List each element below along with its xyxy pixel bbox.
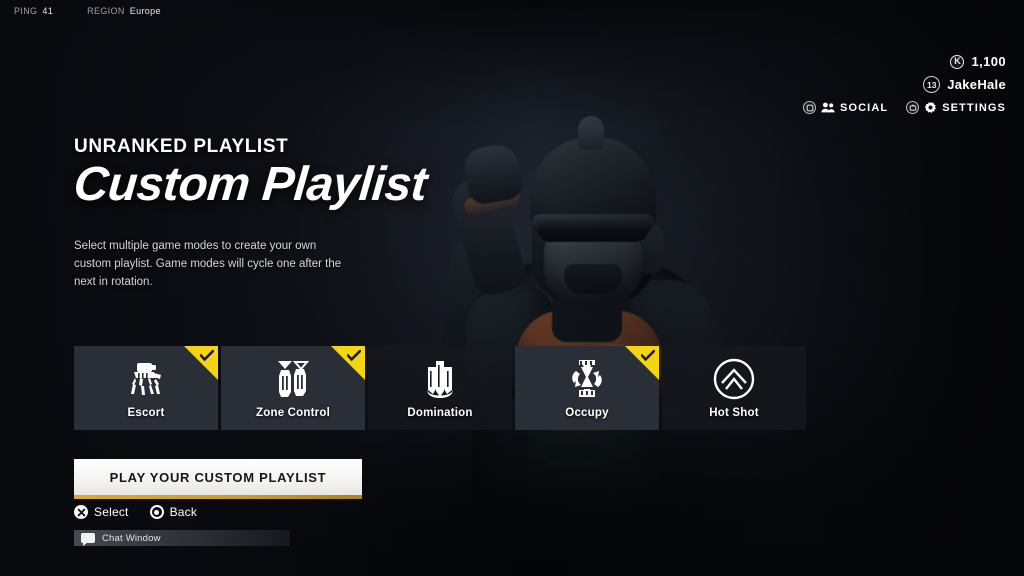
currency-display: K 1,100 (950, 54, 1006, 69)
game-mode-label: Domination (407, 407, 473, 419)
select-prompt[interactable]: Select (74, 505, 129, 519)
currency-amount: 1,100 (971, 54, 1006, 69)
player-hud: K 1,100 13 JakeHale SOCIAL SETTINGS (803, 54, 1006, 114)
cross-button-icon (74, 505, 88, 519)
ping-label: PING (14, 6, 38, 16)
back-prompt-label: Back (169, 505, 198, 519)
circle-button-icon (149, 505, 164, 519)
twin-beacons-icon (272, 357, 314, 401)
playlist-info-panel: UNRANKED PLAYLIST Custom Playlist Select… (71, 136, 494, 292)
play-button-label: PLAY YOUR CUSTOM PLAYLIST (74, 459, 362, 495)
hourglass-arrows-icon (564, 357, 610, 401)
gear-icon (924, 101, 937, 114)
chat-window-bar[interactable]: Chat Window (74, 530, 290, 546)
playlist-description: Select multiple game modes to create you… (74, 239, 342, 288)
ping-value: 41 (42, 6, 54, 16)
play-button-underline (74, 495, 362, 499)
circle-chevrons-icon (712, 357, 756, 401)
chat-bubble-icon (81, 533, 95, 543)
top-status-bar: PING 41 REGION Europe (0, 0, 1024, 22)
selected-checkmark-badge (625, 346, 659, 380)
player-identity: 13 JakeHale (923, 76, 1006, 93)
region-label: REGION (87, 6, 125, 16)
chat-window-label: Chat Window (102, 532, 161, 544)
friends-icon (821, 102, 835, 113)
game-mode-label: Escort (127, 407, 165, 419)
social-button[interactable]: SOCIAL (803, 101, 888, 114)
back-prompt[interactable]: Back (149, 505, 198, 519)
level-badge: 13 (923, 76, 941, 93)
selected-checkmark-badge (331, 346, 365, 380)
game-mode-card-occupy[interactable]: Occupy (515, 346, 659, 430)
game-mode-label: Occupy (565, 407, 609, 419)
game-mode-card-domination[interactable]: Domination (368, 346, 512, 430)
ping-indicator: PING 41 (14, 6, 53, 16)
settings-label: SETTINGS (942, 101, 1006, 114)
button-prompt-icon (803, 101, 817, 114)
button-prompt-icon (906, 101, 920, 114)
flag-crest-icon (419, 357, 461, 401)
robot-mule-icon (123, 357, 169, 401)
region-value: Europe (129, 6, 161, 16)
coin-icon: K (950, 54, 965, 69)
game-mode-card-list: Escort Zone Control Domination Occupy Ho… (74, 346, 806, 430)
game-mode-card-hot-shot[interactable]: Hot Shot (662, 346, 806, 430)
selected-checkmark-badge (184, 346, 218, 380)
settings-button[interactable]: SETTINGS (906, 101, 1006, 114)
game-menu-screen: PING 41 REGION Europe K 1,100 13 JakeHal… (0, 0, 1024, 576)
button-prompt-bar: Select Back (74, 505, 197, 519)
game-mode-card-zone-control[interactable]: Zone Control (221, 346, 365, 430)
username: JakeHale (947, 77, 1006, 92)
select-prompt-label: Select (94, 505, 129, 519)
game-mode-card-escort[interactable]: Escort (74, 346, 218, 430)
game-mode-label: Zone Control (256, 407, 330, 419)
social-label: SOCIAL (840, 101, 889, 114)
play-playlist-button[interactable]: PLAY YOUR CUSTOM PLAYLIST (74, 459, 362, 499)
hud-button-row: SOCIAL SETTINGS (803, 101, 1006, 114)
playlist-kicker: UNRANKED PLAYLIST (74, 136, 289, 157)
region-indicator: REGION Europe (87, 6, 161, 16)
page-title: Custom Playlist (71, 158, 429, 211)
game-mode-label: Hot Shot (709, 407, 759, 419)
